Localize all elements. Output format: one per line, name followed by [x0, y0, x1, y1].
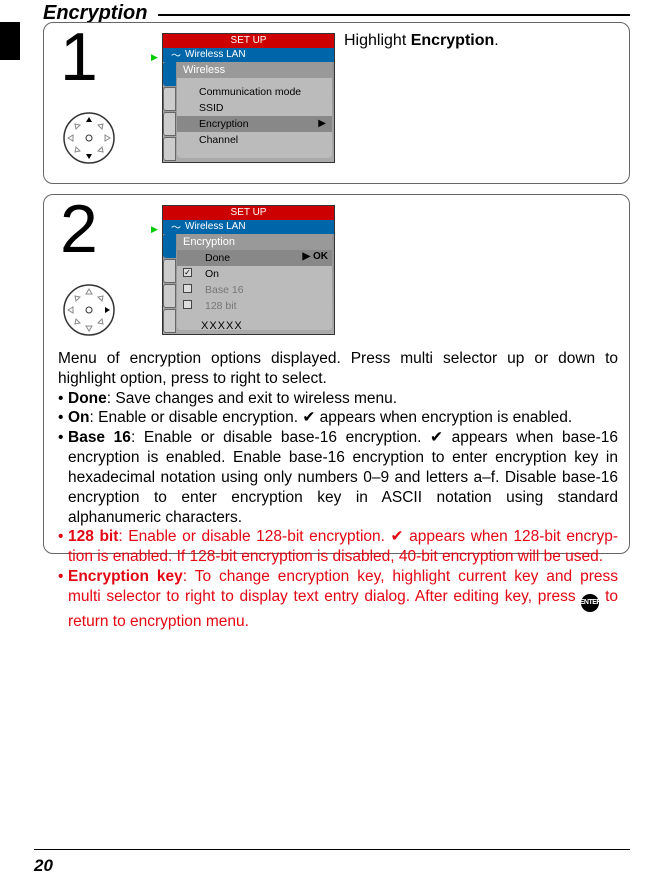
checkbox-icon — [183, 300, 192, 309]
page-number: 20 — [34, 856, 53, 876]
step-2-body: Menu of encryption options displayed. Pr… — [58, 349, 618, 632]
bullet-encryption-key: • Encryption key: To change encryption k… — [58, 567, 618, 632]
lcd-tab — [163, 87, 176, 111]
lcd-item-on: ✓ On — [177, 266, 332, 282]
side-tab — [0, 22, 20, 60]
lcd-tab — [163, 234, 176, 258]
text: . — [494, 32, 498, 49]
step-2-box: 2 SET UP 〜 Wireless LAN ▶ Encryption Don… — [43, 194, 630, 554]
lcd-item-channel: Channel — [177, 132, 332, 148]
footer-rule — [34, 849, 630, 850]
intro-text: Menu of encryption options displayed. Pr… — [58, 349, 618, 389]
lcd-section-label: Wireless — [177, 62, 332, 78]
bullet-text: : Enable or disable 128-bit encryption. … — [68, 528, 618, 565]
bullet-base16: • Base 16: Enable or disable base-16 enc… — [58, 428, 618, 527]
lcd-item-encryption: Encryption ▶ — [177, 116, 332, 132]
multi-selector-icon — [62, 283, 116, 337]
text-bold: Encryption — [411, 32, 495, 49]
lcd-screen-2: SET UP 〜 Wireless LAN ▶ Encryption Done … — [162, 205, 335, 335]
lcd-tab — [163, 309, 176, 333]
lcd-item-label: Done — [205, 252, 230, 264]
lcd-tab — [163, 284, 176, 308]
lcd-subheader-text: Wireless LAN — [185, 221, 246, 232]
bullet-icon: • — [58, 428, 68, 527]
bullet-icon: • — [58, 408, 68, 428]
lcd-item-base16: Base 16 — [177, 282, 332, 298]
bullet-label: Done — [68, 390, 107, 407]
lcd-side-tabs — [163, 234, 177, 334]
lcd-side-tabs — [163, 62, 177, 162]
play-icon: ▶ — [151, 222, 158, 236]
title-rule — [158, 14, 630, 16]
ok-indicator: ▶ OK — [303, 251, 328, 262]
bullet-label: Encryption key — [68, 568, 183, 585]
multi-selector-icon — [62, 111, 116, 165]
bullet-icon: • — [58, 567, 68, 632]
lcd-item-label: 128 bit — [205, 300, 237, 312]
lcd-item-128bit: 128 bit — [177, 298, 332, 314]
lcd-subheader-text: Wireless LAN — [185, 49, 246, 60]
bullet-text: : Enable or disable encryption. ✔ appear… — [90, 409, 573, 426]
lcd-item-key: XXXXX — [177, 314, 332, 332]
step-1-box: 1 SET UP 〜 Wireless LAN ▶ Wireless Commu… — [43, 22, 630, 184]
lcd-item-label: Base 16 — [205, 284, 244, 296]
lcd-tab — [163, 112, 176, 136]
bullet-text: : Save changes and exit to wireless menu… — [107, 390, 397, 407]
lcd-tab — [163, 259, 176, 283]
lcd-body: Wireless Communication mode SSID Encrypt… — [177, 62, 332, 158]
bullet-label: On — [68, 409, 90, 426]
bullet-icon: • — [58, 527, 68, 567]
bullet-on: • On: Enable or disable encryption. ✔ ap… — [58, 408, 618, 428]
lcd-header: SET UP — [163, 34, 334, 48]
lcd-body: Encryption Done ▶ OK ✓ On Base 16 128 bi… — [177, 234, 332, 330]
enter-button-icon: ENTER — [581, 594, 599, 612]
checkbox-icon — [183, 284, 192, 293]
lcd-header: SET UP — [163, 206, 334, 220]
lcd-tab — [163, 137, 176, 161]
lcd-item-label: On — [205, 268, 219, 280]
lcd-section-label: Encryption — [177, 234, 332, 250]
step-2-number: 2 — [60, 195, 98, 263]
bullet-label: Base 16 — [68, 429, 131, 446]
bullet-label: 128 bit — [68, 528, 118, 545]
lcd-item-communication-mode: Communication mode — [177, 84, 332, 100]
arrow-right-icon: ▶ — [318, 118, 326, 129]
lcd-subheader: 〜 Wireless LAN ▶ — [163, 220, 334, 234]
step-1-instruction: Highlight Encryption. — [344, 31, 619, 52]
bullet-icon: • — [58, 389, 68, 409]
bullet-done: • Done: Save changes and exit to wireles… — [58, 389, 618, 409]
bullet-128bit: • 128 bit: Enable or disable 128-bit enc… — [58, 527, 618, 567]
lcd-item-ssid: SSID — [177, 100, 332, 116]
lcd-tab — [163, 62, 176, 86]
lcd-subheader: 〜 Wireless LAN ▶ — [163, 48, 334, 62]
bullet-text: : Enable or disable base-16 encryption. … — [68, 429, 618, 525]
checkbox-icon: ✓ — [183, 268, 192, 277]
text: Highlight — [344, 32, 411, 49]
lcd-screen-1: SET UP 〜 Wireless LAN ▶ Wireless Communi… — [162, 33, 335, 163]
lcd-item-done: Done ▶ OK — [177, 250, 332, 266]
play-icon: ▶ — [151, 50, 158, 64]
lcd-item-label: Encryption — [199, 118, 249, 130]
step-1-number: 1 — [60, 23, 98, 91]
